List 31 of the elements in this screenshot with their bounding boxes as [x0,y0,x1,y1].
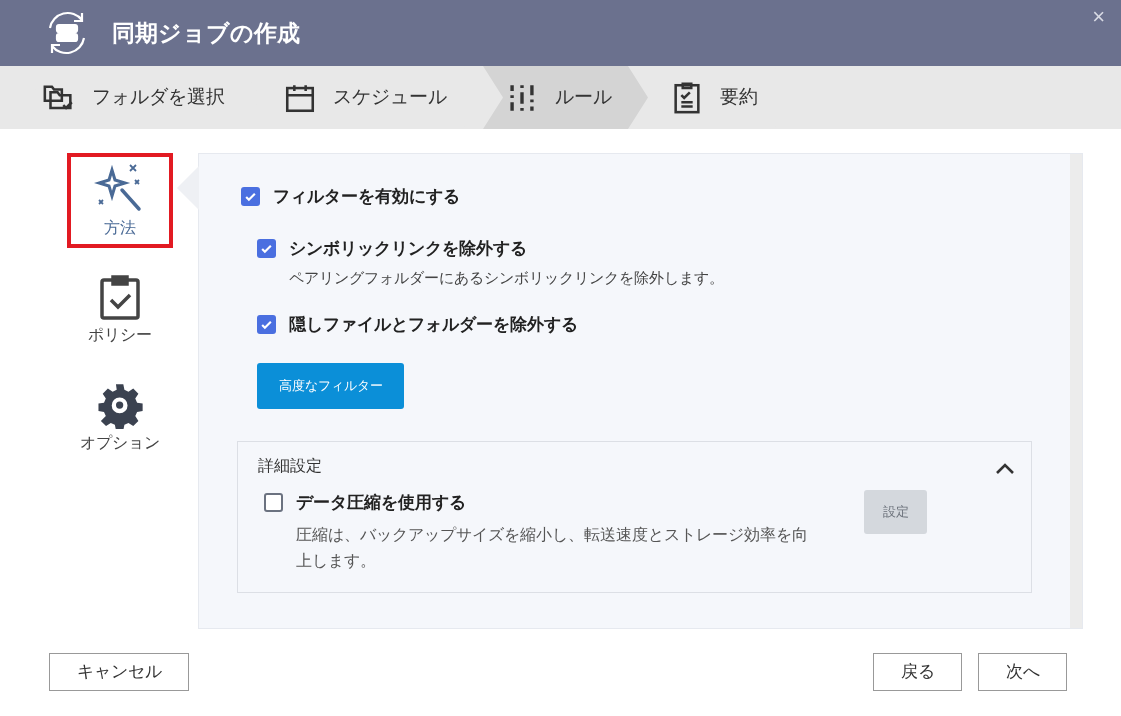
checkbox[interactable] [264,493,283,513]
next-button[interactable]: 次へ [978,653,1067,691]
window-title: 同期ジョブの作成 [112,18,300,48]
checkbox[interactable] [241,187,260,207]
step-label: スケジュール [333,85,447,110]
clipboard-check-icon [97,272,143,321]
tab-label: オプション [80,432,160,453]
back-button[interactable]: 戻る [873,653,962,691]
advanced-filter-button[interactable]: 高度なフィルター [257,363,404,409]
option-description: ペアリングフォルダーにあるシンボリックリンクを除外します。 [289,268,725,288]
checkbox-label: シンボリックリンクを除外する [289,237,527,260]
settings-icon [97,382,143,429]
option-description: 圧縮は、バックアップサイズを縮小し、転送速度とストレージ効率を向上します。 [296,524,808,571]
method-tab[interactable]: ポリシー [67,262,173,357]
cancel-button[interactable]: キャンセル [49,653,189,691]
checkbox[interactable] [257,314,276,334]
step-label: フォルダを選択 [92,85,225,110]
checkbox-label: データ圧縮を使用する [296,492,466,514]
wizard-step[interactable]: ルール [483,66,648,129]
method-tab[interactable]: オプション [67,371,173,466]
chevron-up-icon[interactable] [995,463,1015,475]
checkbox[interactable] [257,238,276,258]
tab-label: 方法 [104,217,136,238]
tab-label: ポリシー [88,324,152,345]
method-tab[interactable]: 方法 [67,153,173,248]
check-icon [244,190,257,204]
checkbox-label: 隠しファイルとフォルダーを除外する [289,313,578,336]
checkbox-label: フィルターを有効にする [273,186,460,208]
section-title: 詳細設定 [258,456,322,476]
step-label: ルール [555,85,612,110]
step-label: 要約 [720,85,758,110]
